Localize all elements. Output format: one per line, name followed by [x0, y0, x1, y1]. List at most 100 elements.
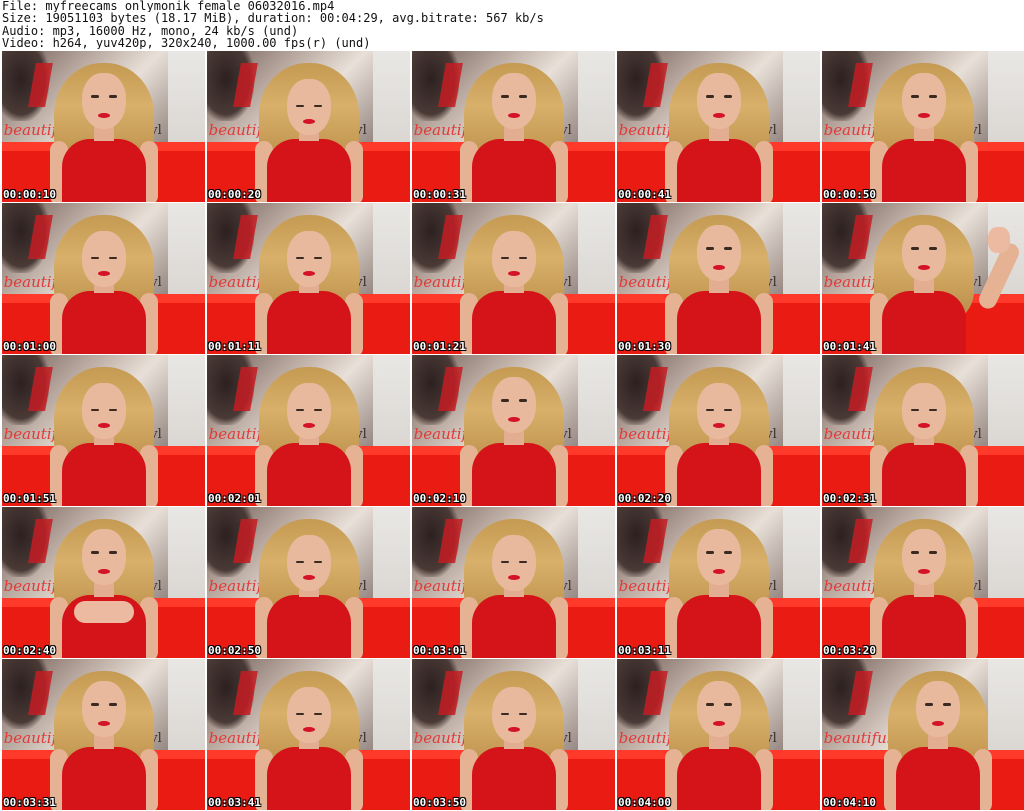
thumbnail-timestamp: 00:04:10	[823, 796, 876, 809]
person-figure	[864, 515, 984, 658]
thumbnail-timestamp: 00:03:31	[3, 796, 56, 809]
person-lips	[507, 270, 520, 276]
person-face	[696, 72, 741, 129]
thumbnail-frame: beautifulstyl	[207, 203, 410, 354]
person-figure	[249, 59, 369, 202]
person-right-eye	[313, 256, 322, 259]
thumbnail-frame: beautifulstyl	[617, 203, 820, 354]
thumbnail-frame: beautifulstyl	[412, 203, 615, 354]
video-thumbnail: beautifulstyl00:01:00	[2, 203, 205, 354]
person-right-eye	[723, 702, 732, 706]
person-red-top	[881, 442, 966, 506]
person-red-top	[266, 442, 351, 506]
person-red-top	[881, 594, 966, 658]
person-red-top	[266, 746, 351, 810]
person-red-top	[676, 138, 761, 202]
thumbnail-frame: beautifulstyl	[617, 507, 820, 658]
person-right-eye	[518, 712, 527, 715]
person-red-top	[266, 138, 351, 202]
video-thumbnail: beautifulstyl00:01:51	[2, 355, 205, 506]
person-left-eye	[295, 104, 304, 107]
video-thumbnail: beautifulstyl00:01:11	[207, 203, 410, 354]
person-left-eye	[910, 94, 919, 98]
person-left-eye	[500, 712, 509, 715]
person-figure	[44, 363, 164, 506]
video-thumbnail: beautifulstyl00:02:01	[207, 355, 410, 506]
person-red-top	[676, 746, 761, 810]
thumbnail-frame: beautifulstyl	[412, 507, 615, 658]
person-right-eye	[518, 560, 527, 563]
video-thumbnail: beautifulstyl00:04:10	[822, 659, 1024, 810]
thumbnail-timestamp: 00:00:20	[208, 188, 261, 201]
person-lips	[712, 422, 725, 428]
person-face	[696, 680, 741, 737]
person-figure	[44, 515, 164, 658]
thumbnail-frame: beautifulstyl	[822, 51, 1024, 202]
person-figure	[659, 59, 779, 202]
person-right-eye	[723, 550, 732, 554]
person-face	[696, 224, 741, 281]
person-clasped-hands	[73, 600, 134, 623]
person-lips	[97, 568, 110, 574]
person-red-top	[266, 290, 351, 354]
thumbnail-frame: beautifulstyl	[617, 659, 820, 810]
person-left-eye	[500, 398, 509, 402]
person-face	[81, 230, 126, 287]
video-thumbnail: beautifulstyl00:03:50	[412, 659, 615, 810]
person-red-top	[895, 746, 980, 810]
thumbnail-frame: beautifulstyl	[617, 51, 820, 202]
person-left-eye	[705, 408, 714, 411]
person-red-top	[61, 746, 146, 810]
person-figure	[864, 59, 984, 202]
person-figure	[878, 667, 998, 810]
person-figure	[454, 515, 574, 658]
video-thumbnail: beautifulstyl00:01:41	[822, 203, 1024, 354]
thumbnail-frame: beautifulstyl	[822, 659, 1024, 810]
person-right-eye	[313, 408, 322, 411]
person-lips	[302, 726, 315, 732]
person-lips	[507, 574, 520, 580]
person-left-eye	[705, 702, 714, 706]
thumbnail-frame: beautifulstyl	[412, 355, 615, 506]
person-figure	[44, 59, 164, 202]
person-right-eye	[108, 550, 117, 554]
person-left-eye	[295, 712, 304, 715]
video-thumbnail: beautifulstyl00:03:31	[2, 659, 205, 810]
person-figure	[864, 363, 984, 506]
file-info-header: File: myfreecams_onlymonik_female_060320…	[2, 0, 1022, 50]
person-left-eye	[705, 550, 714, 554]
person-face	[491, 230, 536, 287]
person-red-top	[471, 138, 556, 202]
person-figure	[249, 211, 369, 354]
person-face	[901, 528, 946, 585]
video-thumbnail: beautifulstyl00:00:41	[617, 51, 820, 202]
person-figure	[249, 363, 369, 506]
person-face	[81, 382, 126, 439]
person-lips	[302, 574, 315, 580]
person-lips	[917, 264, 930, 270]
person-figure	[249, 515, 369, 658]
person-red-top	[266, 594, 351, 658]
person-red-top	[471, 442, 556, 506]
thumbnail-frame: beautifulstyl	[2, 51, 205, 202]
person-red-top	[676, 442, 761, 506]
person-face	[901, 224, 946, 281]
thumbnail-timestamp: 00:02:20	[618, 492, 671, 505]
video-thumbnail: beautifulstyl00:00:10	[2, 51, 205, 202]
person-left-eye	[90, 256, 99, 259]
thumbnail-frame: beautifulstyl	[822, 507, 1024, 658]
person-right-eye	[723, 94, 732, 98]
person-lips	[917, 112, 930, 118]
thumbnail-timestamp: 00:01:21	[413, 340, 466, 353]
person-face	[81, 72, 126, 129]
thumbnail-timestamp: 00:03:01	[413, 644, 466, 657]
person-face	[696, 382, 741, 439]
person-lips	[302, 270, 315, 276]
person-left-eye	[90, 550, 99, 554]
thumbnail-timestamp: 00:00:31	[413, 188, 466, 201]
thumbnail-timestamp: 00:00:10	[3, 188, 56, 201]
person-left-eye	[90, 702, 99, 706]
video-thumbnail: beautifulstyl00:03:20	[822, 507, 1024, 658]
person-red-top	[676, 290, 761, 354]
person-figure	[44, 211, 164, 354]
